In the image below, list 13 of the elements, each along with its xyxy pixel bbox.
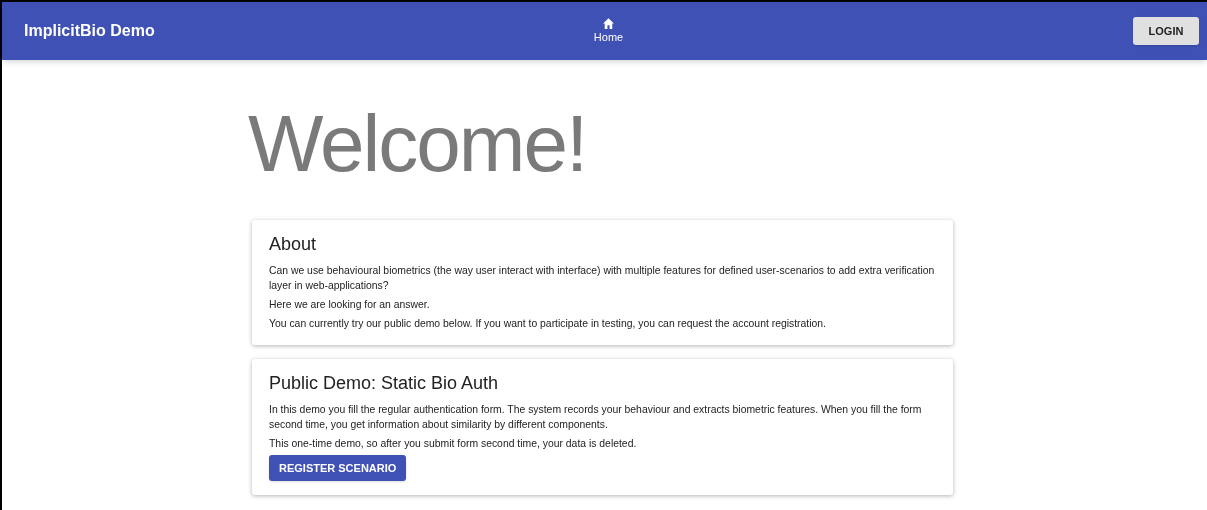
- card-paragraph: Can we use behavioural biometrics (the way user interact with interface) with multiple features for defined user-scenarios to add extra verification layer in web-applications?: [269, 264, 936, 293]
- card-paragraph: You can currently try our public demo below. If you want to participate in testing, you can request the account registration.: [269, 317, 827, 331]
- home-icon: [602, 16, 615, 29]
- register-scenario-button[interactable]: REGISTER SCENARIO: [269, 455, 407, 482]
- card-paragraph: Here we are looking for an answer.: [269, 298, 431, 312]
- card-paragraph: This one-time demo, so after you submit form second time, your data is deleted.: [269, 437, 638, 451]
- card-title: Public Demo: Static Bio Auth: [269, 372, 500, 395]
- app-title: ImplicitBio Demo: [24, 21, 156, 41]
- home-nav-link[interactable]: Home: [585, 16, 632, 46]
- card-paragraph: In this demo you fill the regular authentication form. The system records your behaviour and extracts biometric features. When you fill the form second time, you get information about similarity by different components.: [269, 403, 923, 432]
- welcome-heading: Welcome!: [248, 104, 588, 184]
- card-title: About: [269, 233, 318, 256]
- login-button[interactable]: LOGIN: [1133, 17, 1199, 45]
